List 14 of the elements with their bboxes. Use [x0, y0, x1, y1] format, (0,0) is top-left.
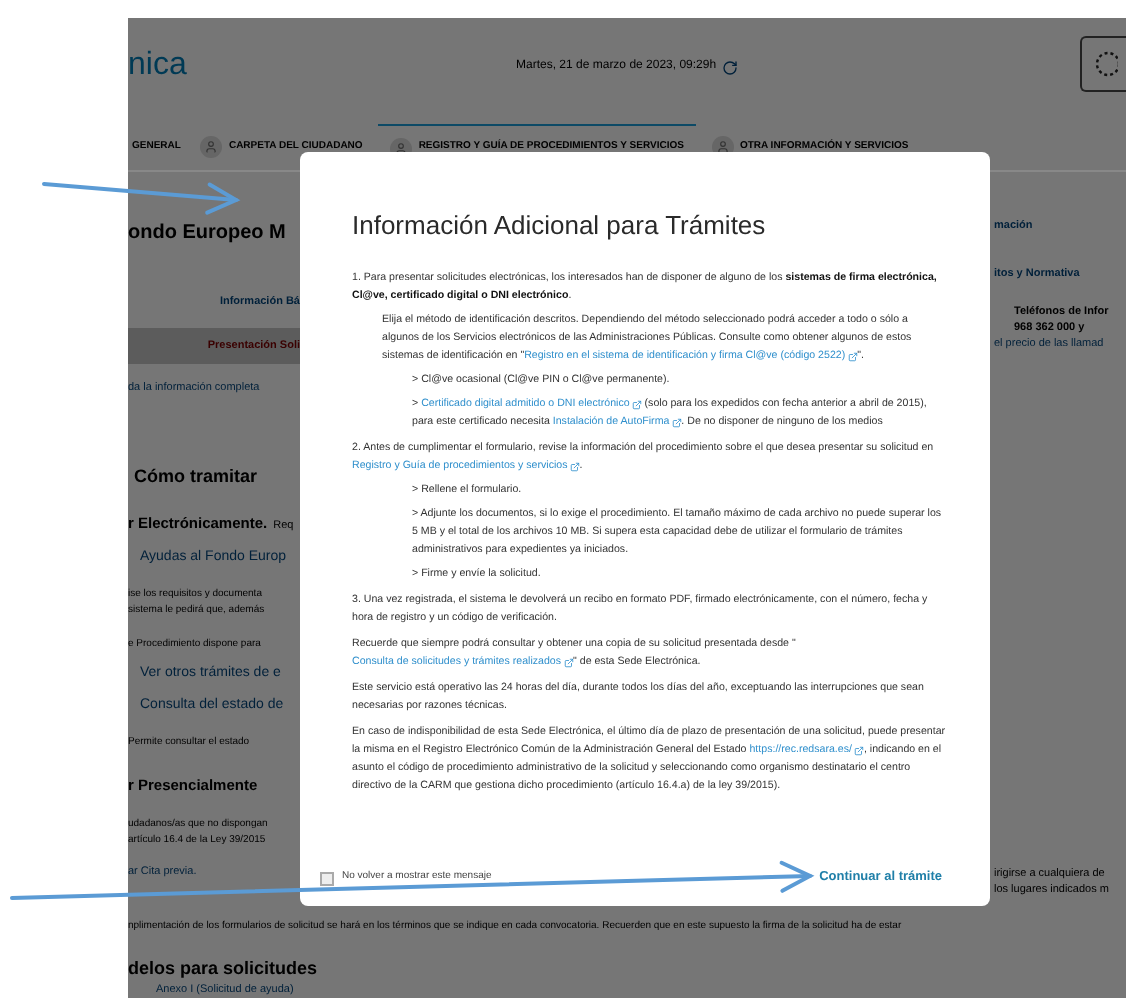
page-title: ondo Europeo M	[128, 220, 286, 248]
modal-title: Información Adicional para Trámites	[352, 210, 766, 242]
external-link-icon	[671, 418, 682, 428]
external-link-icon	[569, 462, 580, 472]
refresh-icon[interactable]	[722, 59, 739, 75]
external-link-icon	[631, 400, 642, 410]
section-heading: Cómo tramitar	[132, 464, 258, 488]
external-link-icon	[847, 352, 858, 362]
section-heading: delos para solicitudes	[128, 958, 318, 980]
external-link-icon	[563, 658, 574, 668]
emblem-icon	[1090, 50, 1118, 78]
checkbox[interactable]	[320, 871, 334, 886]
external-link-icon	[853, 746, 864, 756]
site-logo[interactable]: nica	[128, 48, 187, 82]
